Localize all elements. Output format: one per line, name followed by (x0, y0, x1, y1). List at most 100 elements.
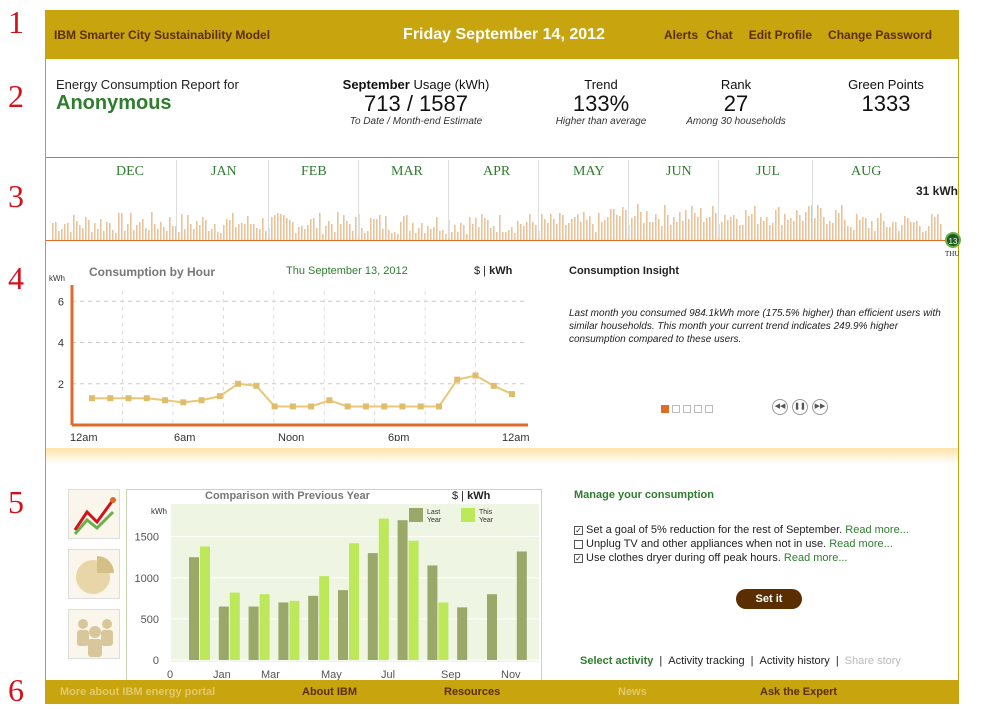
marker-6: 6 (8, 672, 24, 708)
hourly-point (180, 399, 187, 406)
timeline-bar (817, 205, 819, 240)
edit-profile-link[interactable]: Edit Profile (749, 28, 812, 42)
timeline-bar (202, 217, 204, 240)
page-dot[interactable] (672, 405, 680, 413)
read-more-link[interactable]: Read more... (784, 552, 848, 564)
timeline-bar (286, 218, 288, 240)
timeline-month[interactable]: JUN (666, 164, 692, 180)
timeline-bar (301, 226, 303, 240)
chat-link[interactable]: Chat (706, 28, 733, 42)
timeline-bar (103, 231, 105, 240)
timeline-bar (220, 233, 222, 240)
timeline-month[interactable]: JUL (756, 164, 780, 180)
change-password-link[interactable]: Change Password (828, 28, 932, 42)
timeline-month[interactable]: DEC (116, 164, 144, 180)
activity-tabs: Select activity | Activity tracking | Acti… (580, 655, 901, 667)
usage-timeline[interactable]: DEC JAN FEB MAR APR MAY JUN JUL AUG 31 kWh 13 TH… (46, 157, 961, 258)
timeline-bar (844, 220, 846, 240)
tip-checkbox[interactable] (574, 539, 583, 549)
footer-link-ask-expert[interactable]: Ask the Expert (760, 686, 837, 698)
timeline-bar (463, 225, 465, 240)
month-divider (268, 160, 269, 238)
alerts-link[interactable]: Alerts (664, 28, 698, 42)
timeline-bar (694, 213, 696, 240)
hourly-point (308, 403, 315, 410)
month-divider (718, 160, 719, 238)
timeline-bar (61, 229, 63, 240)
timeline-bar (430, 229, 432, 240)
timeline-bar (703, 222, 705, 240)
footer-link-resources[interactable]: Resources (444, 686, 500, 698)
forward-icon[interactable]: ▶▶ (812, 399, 828, 415)
tip-checkbox[interactable]: ✓ (574, 553, 583, 563)
read-more-link[interactable]: Read more... (845, 524, 909, 536)
footer-link-energy-portal[interactable]: More about IBM energy portal (60, 686, 215, 698)
page-dot[interactable] (694, 405, 702, 413)
timeline-bar (550, 214, 552, 240)
timeline-bar (715, 213, 717, 240)
pause-icon[interactable]: ❚❚ (792, 399, 808, 415)
timeline-bar (712, 206, 714, 240)
timeline-bar (697, 217, 699, 240)
tab-activity-tracking[interactable]: Activity tracking (668, 655, 744, 667)
x-tick-label: Noon (278, 432, 304, 441)
header-bar: IBM Smarter City Sustainability Model Fr… (46, 11, 958, 59)
timeline-bar (217, 232, 219, 240)
timeline-bar (487, 220, 489, 240)
timeline-bar (145, 228, 147, 240)
bar-this-year (349, 543, 359, 660)
timeline-month[interactable]: AUG (851, 164, 881, 180)
page-dot[interactable] (661, 405, 669, 413)
tip-item: ✓ Set a goal of 5% reduction for the rest… (574, 523, 954, 537)
timeline-month[interactable]: JAN (211, 164, 237, 180)
footer-link-news[interactable]: News (618, 686, 647, 698)
page-dot[interactable] (705, 405, 713, 413)
timeline-month[interactable]: APR (483, 164, 510, 180)
set-it-button[interactable]: Set it (736, 589, 802, 609)
timeline-bar (211, 229, 213, 240)
trend-chart-icon[interactable] (68, 489, 120, 539)
timeline-bar (439, 231, 441, 240)
bar-last-year (278, 602, 289, 660)
tab-share-story[interactable]: Share story (845, 655, 901, 667)
page-dot[interactable] (683, 405, 691, 413)
timeline-bar (781, 225, 783, 240)
households-icon[interactable] (68, 609, 120, 659)
read-more-link[interactable]: Read more... (829, 538, 893, 550)
tab-select-activity[interactable]: Select activity (580, 655, 653, 667)
timeline-bar (229, 220, 231, 240)
timeline-bar (784, 214, 786, 240)
bar-last-year (427, 565, 438, 660)
dashboard: IBM Smarter City Sustainability Model Fr… (45, 10, 961, 704)
timeline-bar (418, 228, 420, 240)
y-tick-label: 0 (153, 655, 159, 667)
timeline-bar (214, 224, 216, 240)
section-divider (46, 448, 958, 464)
timeline-month[interactable]: MAY (573, 164, 604, 180)
timeline-bar (259, 229, 261, 240)
current-day-marker[interactable]: 13 (945, 232, 961, 248)
timeline-bar (868, 228, 870, 240)
rewind-icon[interactable]: ◀◀ (772, 399, 788, 415)
tab-activity-history[interactable]: Activity history (760, 655, 830, 667)
timeline-bar (799, 215, 801, 240)
timeline-bar (904, 216, 906, 240)
timeline-bar (346, 221, 348, 240)
pie-chart-icon[interactable] (68, 549, 120, 599)
timeline-bar (373, 219, 375, 240)
timeline-bar (526, 222, 528, 240)
timeline-month[interactable]: FEB (301, 164, 327, 180)
timeline-month[interactable]: MAR (391, 164, 423, 180)
tip-checkbox[interactable]: ✓ (574, 525, 583, 535)
timeline-bar (520, 224, 522, 240)
footer-link-about-ibm[interactable]: About IBM (302, 686, 357, 698)
timeline-bar (97, 229, 99, 240)
timeline-bar (922, 232, 924, 240)
timeline-bar (622, 207, 624, 240)
x-tick-label: 6pm (388, 432, 409, 441)
hourly-point (417, 403, 424, 410)
hourly-point (381, 403, 388, 410)
legend-label: This (479, 509, 493, 516)
hourly-point (454, 376, 461, 383)
timeline-bar (748, 216, 750, 240)
